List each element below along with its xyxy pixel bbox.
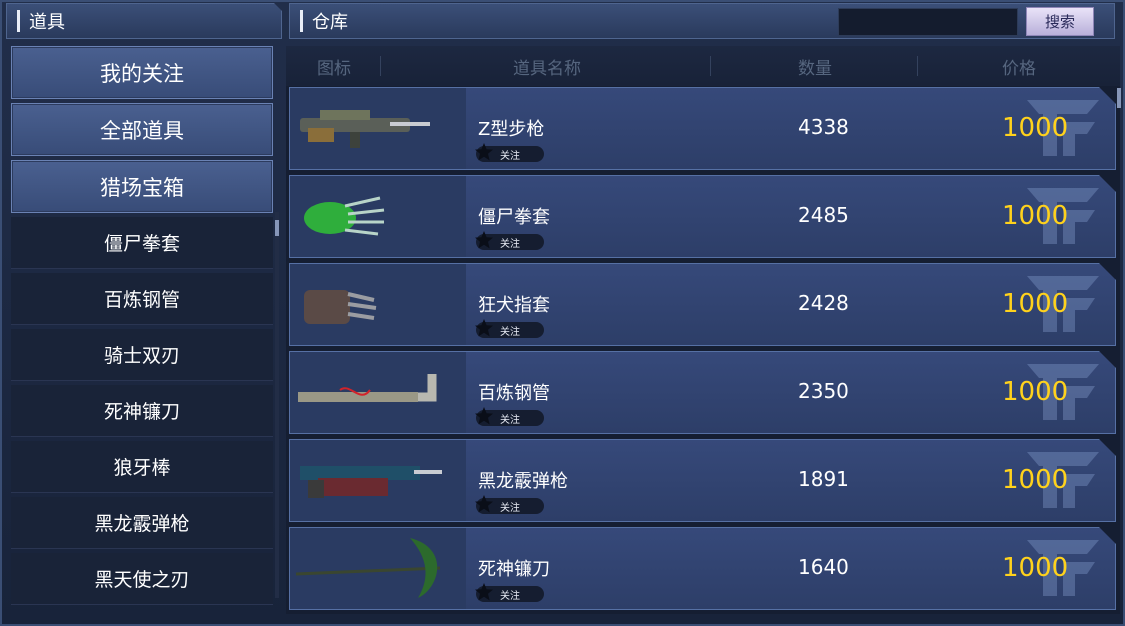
item-thumbnail (290, 352, 466, 433)
table-row[interactable]: 僵尸拳套关注 2485 1000 (289, 175, 1116, 258)
item-name: 黑龙霰弹枪 (478, 471, 568, 492)
item-price: 1000 (1002, 201, 1069, 231)
table-row[interactable]: 黑龙霰弹枪关注 1891 1000 (289, 439, 1116, 522)
nav-item[interactable]: 僵尸拳套 (11, 217, 273, 269)
left-panel-header: 道具 (6, 3, 282, 39)
search-input[interactable] (838, 8, 1018, 36)
item-category-nav: 我的关注 全部道具 猎场宝箱 僵尸拳套 百炼钢管 骑士双刃 死神镰刀 狼牙棒 黑… (11, 46, 273, 609)
item-price: 1000 (1002, 465, 1069, 495)
column-header-name: 道具名称 (513, 58, 581, 79)
item-thumbnail (290, 176, 466, 257)
follow-label: 关注 (500, 238, 520, 250)
follow-button[interactable]: 关注 (475, 143, 544, 162)
column-separator (380, 56, 381, 76)
star-icon (475, 319, 493, 337)
follow-label: 关注 (500, 414, 520, 426)
follow-label: 关注 (500, 150, 520, 162)
column-header-price: 价格 (1002, 58, 1036, 79)
left-panel-title: 道具 (29, 12, 65, 33)
nav-scrollbar[interactable] (275, 212, 279, 598)
item-thumbnail (290, 88, 466, 169)
nav-item[interactable]: 狼牙棒 (11, 441, 273, 493)
nav-item[interactable]: 黑天使之刃 (11, 553, 273, 605)
follow-button[interactable]: 关注 (475, 407, 544, 426)
follow-label: 关注 (500, 502, 520, 514)
nav-category-favorites[interactable]: 我的关注 (11, 46, 273, 99)
item-price: 1000 (1002, 289, 1069, 319)
search-button[interactable]: 搜索 (1026, 7, 1094, 36)
shotgun-icon (300, 466, 442, 498)
item-name: 百炼钢管 (478, 383, 550, 404)
zombie-glove-icon (304, 196, 385, 236)
scythe-icon (295, 538, 441, 598)
column-header-icon: 图标 (317, 58, 351, 79)
item-quantity: 1640 (798, 555, 849, 579)
follow-label: 关注 (500, 326, 520, 338)
item-name: 死神镰刀 (478, 559, 550, 580)
nav-category-hunting-chest[interactable]: 猎场宝箱 (11, 160, 273, 213)
item-quantity: 2350 (798, 379, 849, 403)
table-row[interactable]: 狂犬指套关注 2428 1000 (289, 263, 1116, 346)
warehouse-title: 仓库 (312, 12, 348, 33)
header-accent-bar (300, 10, 303, 32)
follow-button[interactable]: 关注 (475, 495, 544, 514)
star-icon (475, 231, 493, 249)
table-row[interactable]: 百炼钢管关注 2350 1000 (289, 351, 1116, 434)
item-quantity: 2428 (798, 291, 849, 315)
item-price: 1000 (1002, 377, 1069, 407)
rifle-icon (300, 110, 430, 148)
item-quantity: 1891 (798, 467, 849, 491)
item-thumbnail (290, 264, 466, 345)
follow-label: 关注 (500, 590, 520, 602)
column-header-quantity: 数量 (798, 58, 832, 79)
column-separator (917, 56, 918, 76)
knuckle-icon (304, 290, 377, 324)
warehouse-header: 仓库 搜索 (289, 3, 1115, 39)
follow-button[interactable]: 关注 (475, 583, 544, 602)
star-icon (475, 407, 493, 425)
table-row[interactable]: 死神镰刀关注 1640 1000 (289, 527, 1116, 610)
star-icon (475, 583, 493, 601)
follow-button[interactable]: 关注 (475, 319, 544, 338)
steel-pipe-icon (298, 374, 437, 402)
nav-scrollbar-thumb[interactable] (275, 220, 279, 236)
table-scrollbar-thumb[interactable] (1117, 88, 1121, 108)
nav-item[interactable]: 百炼钢管 (11, 273, 273, 325)
item-quantity: 2485 (798, 203, 849, 227)
nav-item[interactable]: 骑士双刃 (11, 329, 273, 381)
column-separator (710, 56, 711, 76)
nav-category-all-items[interactable]: 全部道具 (11, 103, 273, 156)
item-price: 1000 (1002, 553, 1069, 583)
item-thumbnail (290, 440, 466, 521)
nav-item[interactable]: 黑龙霰弹枪 (11, 497, 273, 549)
item-name: 僵尸拳套 (478, 207, 550, 228)
item-name: 狂犬指套 (478, 295, 550, 316)
item-price: 1000 (1002, 113, 1069, 143)
nav-item[interactable]: 死神镰刀 (11, 385, 273, 437)
item-quantity: 4338 (798, 115, 849, 139)
follow-button[interactable]: 关注 (475, 231, 544, 250)
star-icon (475, 143, 493, 161)
table-row[interactable]: Z型步枪关注 4338 1000 (289, 87, 1116, 170)
header-accent-bar (17, 10, 20, 32)
table-header: 图标 道具名称 数量 价格 (286, 46, 1120, 86)
item-name: Z型步枪 (478, 119, 545, 140)
item-thumbnail (290, 528, 466, 609)
star-icon (475, 495, 493, 513)
